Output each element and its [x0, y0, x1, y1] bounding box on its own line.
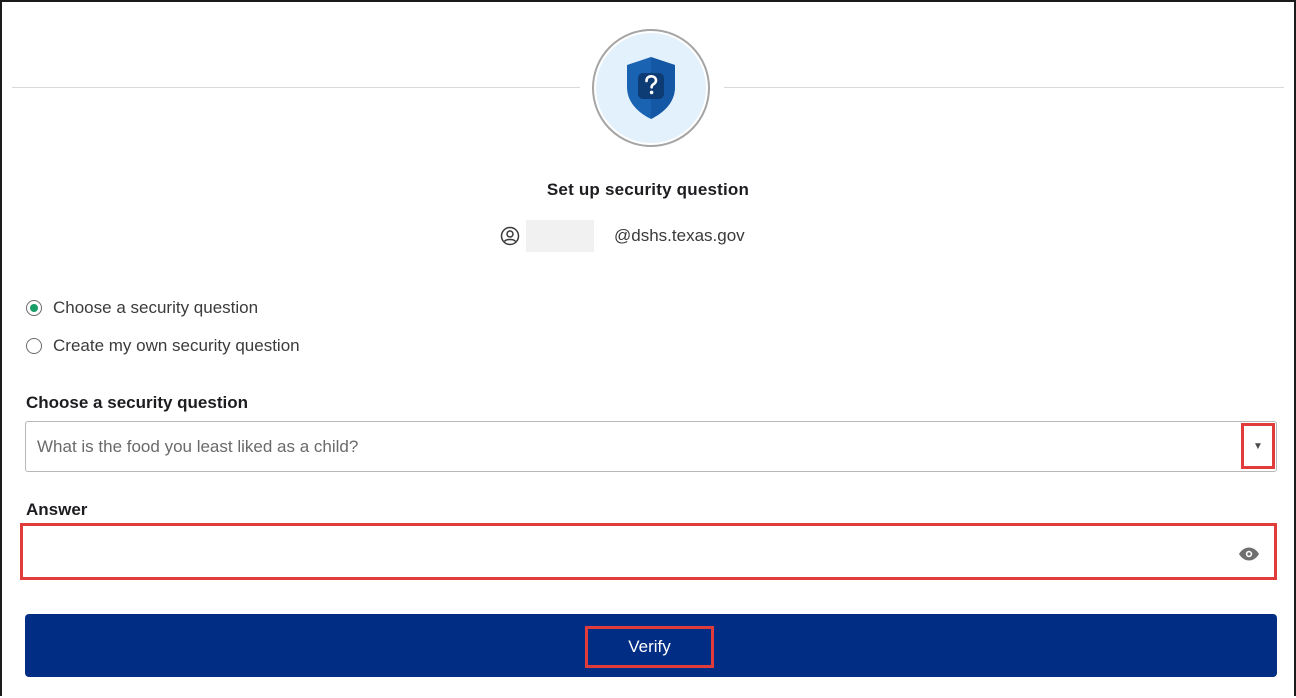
header-divider-right [724, 87, 1284, 88]
security-badge [592, 29, 710, 147]
redacted-username [526, 220, 594, 252]
radio-label: Create my own security question [53, 336, 300, 355]
radio-button-checked[interactable] [26, 300, 42, 316]
eye-icon[interactable] [1238, 546, 1260, 562]
question-field-label: Choose a security question [26, 393, 248, 412]
user-email-domain: @dshs.texas.gov [614, 226, 745, 245]
radio-label: Choose a security question [53, 298, 259, 317]
radio-choose-security-question[interactable]: Choose a security question [26, 298, 258, 318]
radio-create-own-question[interactable]: Create my own security question [26, 336, 300, 356]
page-title: Set up security question [546, 180, 750, 199]
dropdown-arrow-icon[interactable]: ▼ [1241, 423, 1275, 469]
answer-field-label: Answer [26, 500, 88, 519]
user-circle-icon [500, 226, 520, 246]
header-divider-left [12, 87, 580, 88]
answer-input[interactable] [28, 530, 1271, 574]
user-identity: @dshs.texas.gov [500, 220, 745, 252]
security-question-select[interactable]: What is the food you least liked as a ch… [25, 421, 1277, 472]
selected-question: What is the food you least liked as a ch… [37, 436, 359, 456]
verify-button-label[interactable]: Verify [585, 626, 714, 668]
radio-button-unchecked[interactable] [26, 338, 42, 354]
badge-inner-circle [596, 33, 706, 143]
shield-question-icon [627, 57, 675, 119]
